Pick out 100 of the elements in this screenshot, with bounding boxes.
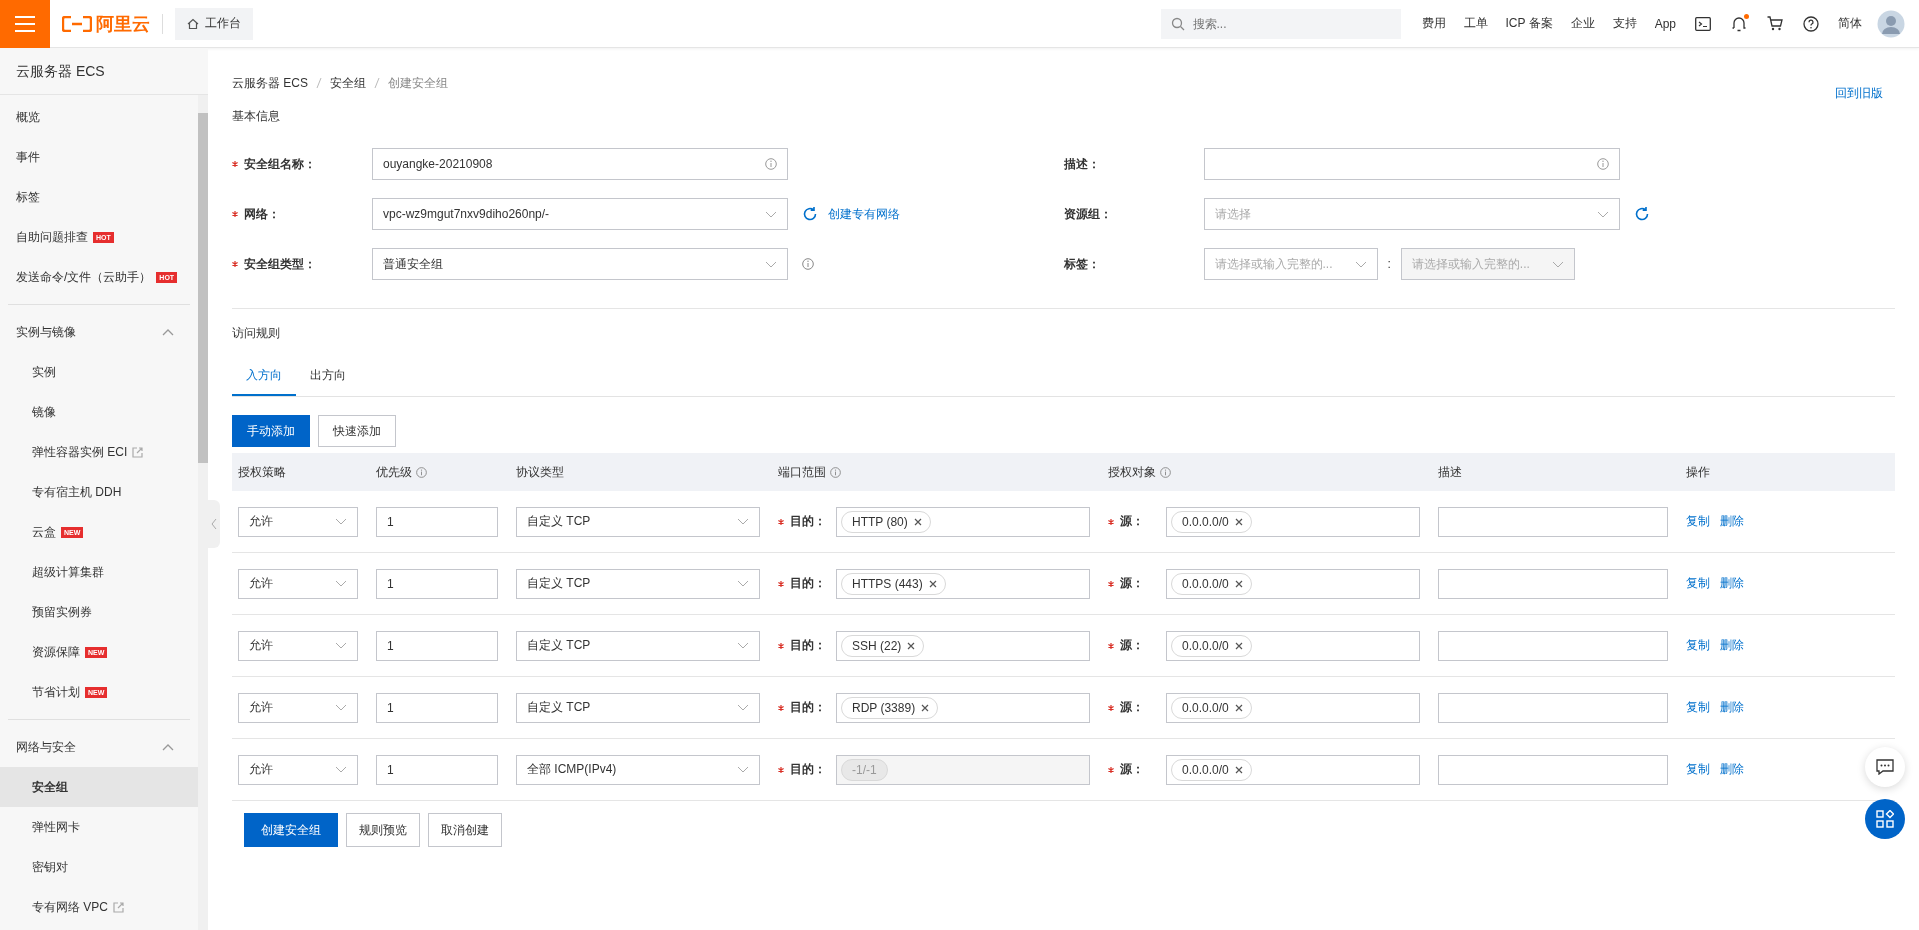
breadcrumb-link[interactable]: 云服务器 ECS: [232, 74, 308, 92]
port-range-field[interactable]: HTTP (80): [836, 506, 1090, 537]
sidebar-item[interactable]: 弹性容器实例 ECI: [0, 432, 198, 472]
topbar-link[interactable]: 支持: [1612, 15, 1637, 32]
description-field[interactable]: [1438, 506, 1668, 537]
description-field[interactable]: [1438, 568, 1668, 599]
close-icon[interactable]: [913, 517, 922, 526]
row-action-link[interactable]: 复制: [1686, 575, 1710, 592]
source-field[interactable]: 0.0.0.0/0: [1166, 568, 1420, 599]
direction-tab[interactable]: 入方向: [232, 359, 296, 396]
policy-select[interactable]: 允许: [238, 506, 358, 537]
description-field[interactable]: [1438, 630, 1668, 661]
policy-select[interactable]: 允许: [238, 754, 358, 785]
menu-button[interactable]: [0, 0, 50, 48]
footer-button[interactable]: 规则预览: [346, 813, 420, 847]
collapse-handle[interactable]: [208, 500, 220, 548]
port-range-field[interactable]: HTTPS (443): [836, 568, 1090, 599]
select-field[interactable]: vpc-wz9mgut7nxv9diho260np/-: [372, 198, 788, 230]
sidebar-item[interactable]: 标签: [0, 177, 198, 217]
chevron-down-icon: [1596, 210, 1609, 218]
row-action-link[interactable]: 复制: [1686, 513, 1710, 530]
feedback-button[interactable]: [1865, 747, 1905, 787]
policy-select[interactable]: 允许: [238, 568, 358, 599]
apps-button[interactable]: [1865, 799, 1905, 839]
priority-field[interactable]: 1: [376, 692, 498, 723]
row-action-link[interactable]: 复制: [1686, 637, 1710, 654]
row-action-link[interactable]: 复制: [1686, 761, 1710, 778]
policy-select[interactable]: 允许: [238, 630, 358, 661]
row-action-link[interactable]: 复制: [1686, 699, 1710, 716]
topbar-link[interactable]: ICP 备案: [1505, 15, 1553, 32]
close-icon[interactable]: [907, 641, 916, 650]
row-action-link[interactable]: 删除: [1720, 761, 1744, 778]
port-range-field[interactable]: RDP (3389): [836, 692, 1090, 723]
policy-select[interactable]: 允许: [238, 692, 358, 723]
close-icon[interactable]: [1234, 703, 1243, 712]
sidebar-item[interactable]: 弹性网卡: [0, 807, 198, 847]
topbar-link[interactable]: App: [1654, 16, 1676, 31]
select-field[interactable]: 普通安全组: [372, 248, 788, 280]
workbench-button[interactable]: 工作台: [175, 7, 253, 40]
terminal-icon[interactable]: [1695, 16, 1711, 31]
bell-icon[interactable]: [1731, 15, 1747, 32]
add-rule-button[interactable]: 快速添加: [318, 415, 396, 447]
row-action-link[interactable]: 删除: [1720, 699, 1744, 716]
close-icon[interactable]: [1234, 765, 1243, 774]
footer-button[interactable]: 取消创建: [428, 813, 502, 847]
create-vpc-link[interactable]: 创建专有网络: [828, 205, 900, 223]
protocol-select[interactable]: 自定义 TCP: [516, 568, 760, 599]
sidebar-item[interactable]: 事件: [0, 137, 198, 177]
sidebar-item[interactable]: 密钥对: [0, 847, 198, 887]
source-field[interactable]: 0.0.0.0/0: [1166, 754, 1420, 785]
sidebar-item[interactable]: 超级计算集群: [0, 552, 198, 592]
row-action-link[interactable]: 删除: [1720, 575, 1744, 592]
sidebar-item[interactable]: 专有宿主机 DDH: [0, 472, 198, 512]
protocol-select[interactable]: 全部 ICMP(IPv4): [516, 754, 760, 785]
topbar-link[interactable]: 企业: [1570, 15, 1595, 32]
footer-button[interactable]: 创建安全组: [244, 813, 338, 847]
source-field[interactable]: 0.0.0.0/0: [1166, 692, 1420, 723]
row-action-link[interactable]: 删除: [1720, 637, 1744, 654]
avatar-icon[interactable]: [1877, 9, 1905, 38]
sidebar-item[interactable]: 安全组: [0, 767, 198, 807]
help-icon[interactable]: [1803, 15, 1819, 32]
priority-field[interactable]: 1: [376, 754, 498, 785]
port-range-field[interactable]: SSH (22): [836, 630, 1090, 661]
source-field[interactable]: 0.0.0.0/0: [1166, 506, 1420, 537]
scrollbar[interactable]: [198, 95, 208, 930]
source-field[interactable]: 0.0.0.0/0: [1166, 630, 1420, 661]
language-link[interactable]: 简体: [1838, 15, 1862, 32]
sidebar-item[interactable]: 专有网络 VPC: [0, 887, 198, 927]
priority-field[interactable]: 1: [376, 568, 498, 599]
add-rule-button[interactable]: 手动添加: [232, 415, 310, 447]
row-action-link[interactable]: 删除: [1720, 513, 1744, 530]
old-version-link[interactable]: 回到旧版: [1835, 84, 1883, 102]
sidebar-group-header[interactable]: 网络与安全: [0, 727, 198, 767]
sidebar-item[interactable]: 镜像: [0, 392, 198, 432]
cart-icon[interactable]: [1767, 16, 1783, 31]
close-icon[interactable]: [1234, 517, 1243, 526]
refresh-icon[interactable]: [1633, 206, 1650, 222]
sidebar-item[interactable]: 预留实例券: [0, 592, 198, 632]
protocol-select[interactable]: 自定义 TCP: [516, 506, 760, 537]
close-icon[interactable]: [1234, 641, 1243, 650]
priority-field[interactable]: 1: [376, 630, 498, 661]
priority-field[interactable]: 1: [376, 506, 498, 537]
close-icon[interactable]: [921, 703, 930, 712]
close-icon[interactable]: [928, 579, 937, 588]
direction-tab[interactable]: 出方向: [296, 359, 360, 396]
breadcrumb-link[interactable]: 安全组: [330, 74, 366, 92]
refresh-icon[interactable]: [802, 206, 818, 222]
search-field[interactable]: 搜索...: [1160, 8, 1401, 39]
sidebar-group-header[interactable]: 实例与镜像: [0, 312, 198, 352]
close-icon[interactable]: [1234, 579, 1243, 588]
protocol-select[interactable]: 自定义 TCP: [516, 630, 760, 661]
text-field[interactable]: [1203, 148, 1620, 180]
sidebar-item[interactable]: 概览: [0, 97, 198, 137]
text-field[interactable]: ouyangke-20210908: [372, 148, 788, 180]
topbar-link[interactable]: 工单: [1463, 15, 1488, 32]
protocol-select[interactable]: 自定义 TCP: [516, 692, 760, 723]
description-field[interactable]: [1438, 754, 1668, 785]
description-field[interactable]: [1438, 692, 1668, 723]
sidebar-item[interactable]: 实例: [0, 352, 198, 392]
topbar-link[interactable]: 费用: [1421, 15, 1446, 32]
